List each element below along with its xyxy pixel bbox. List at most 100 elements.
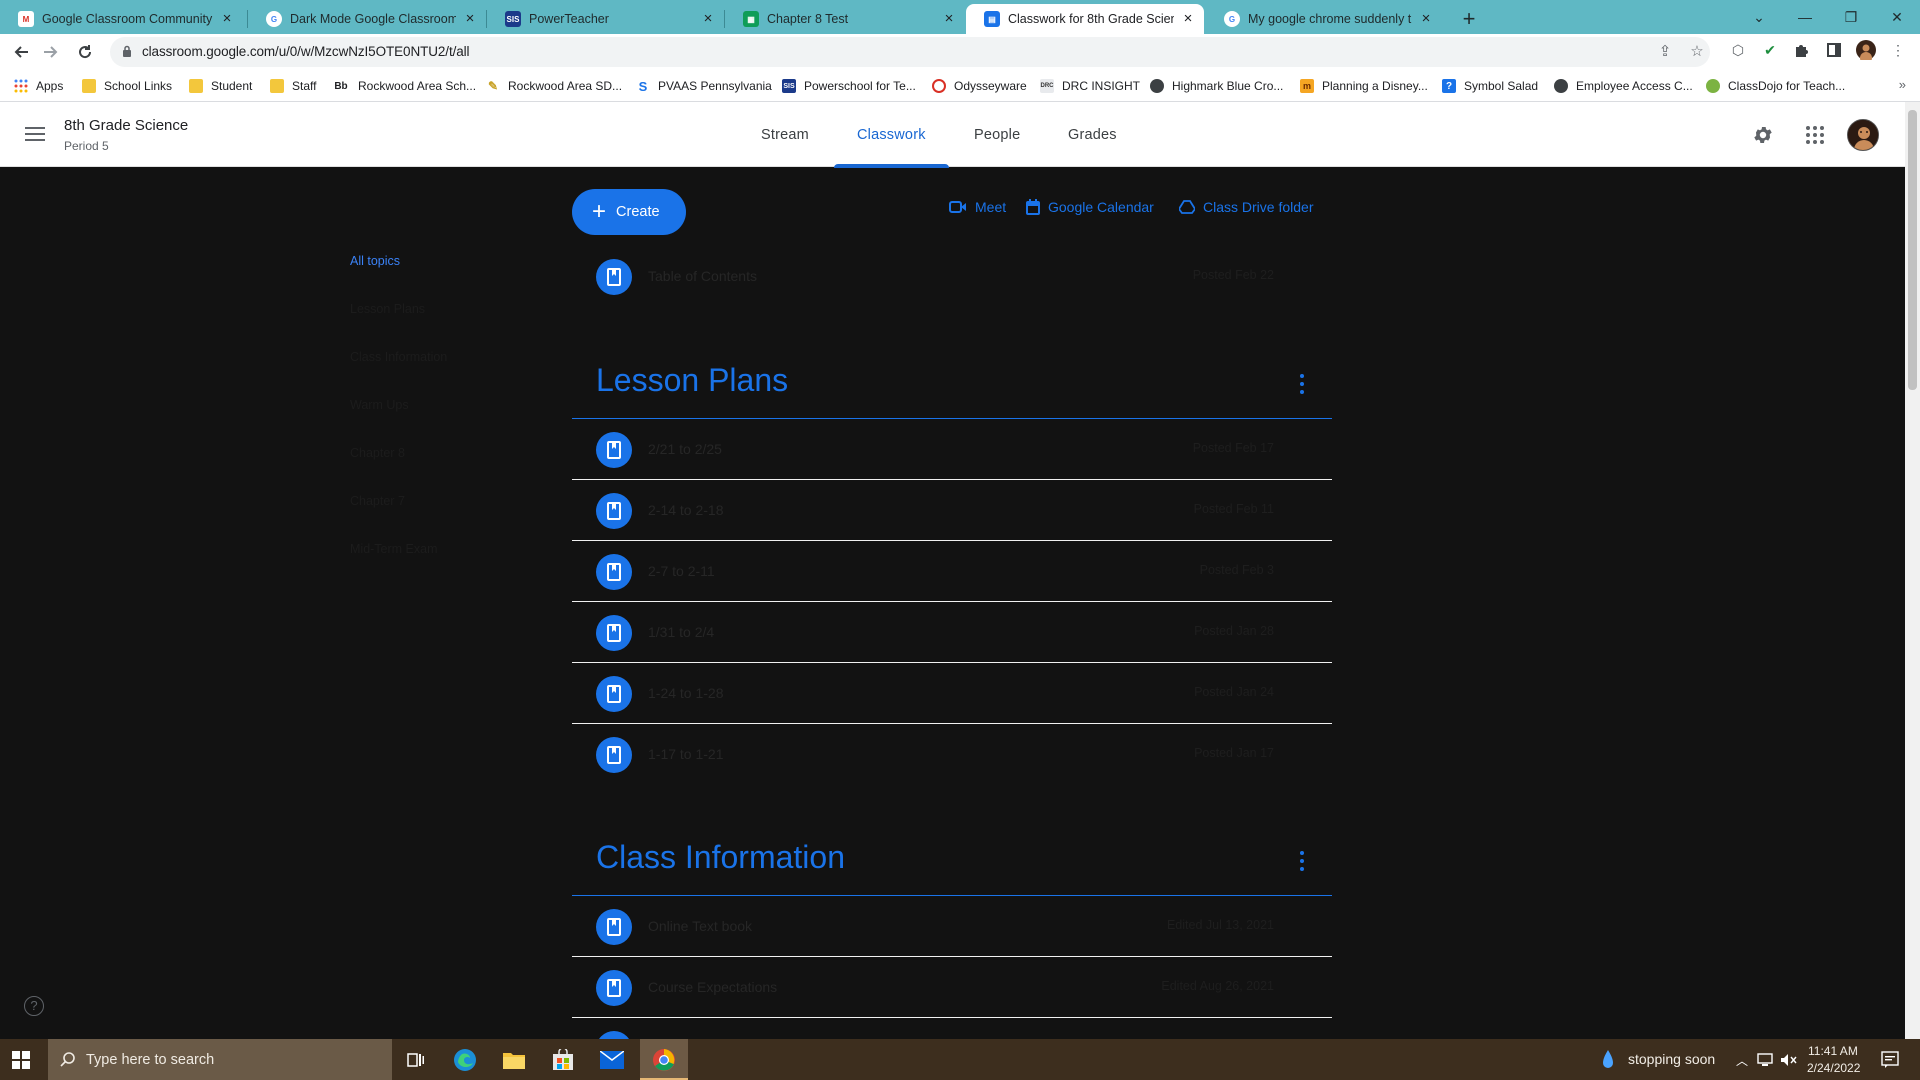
extension-check-icon[interactable]: ✔ (1760, 40, 1780, 60)
material-row[interactable] (572, 1018, 1332, 1039)
browser-tab-chapter-8-test[interactable]: ▦ Chapter 8 Test × (725, 4, 965, 34)
reload-button[interactable] (72, 39, 98, 65)
bookmark-classdojo[interactable]: ClassDojo for Teach... (1706, 77, 1845, 95)
material-row[interactable]: Course Expectations Edited Aug 26, 2021 (572, 957, 1332, 1018)
material-row[interactable]: 1-24 to 1-28 Posted Jan 24 (572, 663, 1332, 724)
side-panel-icon[interactable] (1824, 40, 1844, 60)
forward-button[interactable] (38, 39, 64, 65)
address-bar[interactable]: classroom.google.com/u/0/w/MzcwNzI5OTE0N… (110, 37, 1710, 67)
browser-toolbar: classroom.google.com/u/0/w/MzcwNzI5OTE0N… (0, 34, 1920, 70)
material-row[interactable]: Online Text book Edited Jul 13, 2021 (572, 896, 1332, 957)
meet-link[interactable]: Meet (949, 199, 1006, 215)
topic-warm-ups[interactable]: Warm Ups (350, 398, 409, 412)
bookmark-pvaas[interactable]: S PVAAS Pennsylvania (636, 77, 772, 95)
google-calendar-link[interactable]: Google Calendar (1026, 199, 1154, 215)
topic-chapter-8[interactable]: Chapter 8 (350, 446, 405, 460)
create-label: Create (616, 204, 660, 220)
browser-tab-classwork[interactable]: ▤ Classwork for 8th Grade Science × (966, 4, 1204, 34)
bookmark-highmark[interactable]: Highmark Blue Cro... (1150, 77, 1283, 95)
network-icon[interactable] (1752, 1045, 1778, 1075)
topic-class-information[interactable]: Class Information (350, 350, 447, 364)
material-row[interactable]: 1-17 to 1-21 Posted Jan 17 (572, 724, 1332, 785)
class-settings-gear-icon[interactable] (1750, 122, 1776, 148)
bookmark-rockwood-sch[interactable]: Bb Rockwood Area Sch... (332, 77, 476, 95)
material-row[interactable]: 1/31 to 2/4 Posted Jan 28 (572, 602, 1332, 663)
back-button[interactable] (8, 39, 34, 65)
lock-icon (123, 45, 131, 57)
extension-shield-icon[interactable]: ⬡ (1728, 40, 1748, 60)
weather-status[interactable]: stopping soon (1628, 1051, 1715, 1067)
browser-tab-dark-mode[interactable]: G Dark Mode Google Classroom - × (248, 4, 486, 34)
google-apps-grid-icon[interactable] (1802, 122, 1828, 148)
material-row[interactable]: Table of Contents Posted Feb 22 (572, 246, 1332, 307)
bookmark-star-icon[interactable]: ☆ (1688, 43, 1706, 61)
create-button[interactable]: + Create (572, 189, 686, 235)
class-drive-folder-link[interactable]: Class Drive folder (1179, 199, 1313, 215)
bookmark-staff[interactable]: Staff (270, 77, 316, 95)
bookmark-apps[interactable]: Apps (14, 77, 63, 95)
bookmark-student[interactable]: Student (189, 77, 252, 95)
close-tab-icon[interactable]: × (1418, 11, 1434, 27)
share-icon[interactable]: ⇪ (1656, 43, 1674, 61)
section-more-options-icon[interactable] (1298, 851, 1306, 871)
new-tab-button[interactable]: + (1455, 6, 1483, 34)
browser-tab-google-chrome[interactable]: G My google chrome suddenly turn × (1206, 4, 1442, 34)
restore-button[interactable]: ❐ (1828, 0, 1874, 34)
edge-browser-icon[interactable] (445, 1045, 485, 1075)
close-tab-icon[interactable]: × (219, 11, 235, 27)
sheets-icon: ▦ (743, 11, 759, 27)
close-tab-icon[interactable]: × (700, 11, 716, 27)
material-row[interactable]: 2/21 to 2/25 Posted Feb 17 (572, 419, 1332, 480)
file-explorer-icon[interactable] (494, 1045, 534, 1075)
tab-classwork[interactable]: Classwork (834, 102, 949, 168)
bookmark-employee-access[interactable]: Employee Access C... (1554, 77, 1693, 95)
section-more-options-icon[interactable] (1298, 374, 1306, 394)
topic-all-topics[interactable]: All topics (350, 254, 400, 268)
topic-chapter-7[interactable]: Chapter 7 (350, 494, 405, 508)
bookmark-label: School Links (104, 79, 173, 93)
bookmark-rockwood-sd[interactable]: ✎ Rockwood Area SD... (486, 77, 622, 95)
browser-tab-classroom-community[interactable]: M Google Classroom Community - × (0, 4, 243, 34)
browser-tab-powerteacher[interactable]: SIS PowerTeacher × (487, 4, 724, 34)
close-tab-icon[interactable]: × (1180, 11, 1196, 27)
tab-people[interactable]: People (974, 102, 1020, 167)
weather-icon[interactable] (1593, 1045, 1623, 1075)
speaker-muted-icon[interactable] (1776, 1045, 1802, 1075)
windows-start-icon[interactable] (12, 1051, 30, 1069)
chrome-icon[interactable] (644, 1045, 684, 1075)
close-tab-icon[interactable]: × (462, 11, 478, 27)
taskbar-search-input[interactable]: Type here to search (48, 1039, 392, 1080)
extensions-puzzle-icon[interactable] (1792, 40, 1812, 60)
mail-icon[interactable] (592, 1045, 632, 1075)
bookmark-powerschool[interactable]: SIS Powerschool for Te... (782, 77, 916, 95)
tab-search-icon[interactable]: ⌄ (1736, 0, 1782, 34)
bookmark-disney[interactable]: m Planning a Disney... (1300, 77, 1428, 95)
bookmark-drc-insight[interactable]: DRC DRC INSIGHT (1040, 77, 1140, 95)
clock-time[interactable]: 11:41 AM (1808, 1044, 1858, 1058)
task-view-icon[interactable] (396, 1045, 436, 1075)
clock-date[interactable]: 2/24/2022 (1807, 1061, 1860, 1075)
notifications-icon[interactable] (1872, 1045, 1908, 1075)
topic-mid-term-exam[interactable]: Mid-Term Exam (350, 542, 438, 556)
bookmark-symbol-salad[interactable]: ? Symbol Salad (1442, 77, 1538, 95)
class-name[interactable]: 8th Grade Science (64, 117, 188, 134)
google-icon: G (1224, 11, 1240, 27)
material-row[interactable]: 2-14 to 2-18 Posted Feb 11 (572, 480, 1332, 541)
microsoft-store-icon[interactable] (543, 1045, 583, 1075)
tab-grades[interactable]: Grades (1068, 102, 1117, 167)
tab-stream[interactable]: Stream (761, 102, 809, 167)
scrollbar-thumb[interactable] (1908, 110, 1917, 390)
minimize-button[interactable]: — (1782, 0, 1828, 34)
help-icon[interactable]: ? (24, 996, 44, 1016)
bookmark-odysseyware[interactable]: Odysseyware (932, 77, 1027, 95)
chrome-menu-icon[interactable]: ⋮ (1888, 40, 1908, 60)
main-menu-icon[interactable] (25, 126, 45, 142)
close-window-button[interactable]: ✕ (1874, 0, 1920, 34)
bookmarks-overflow-button[interactable]: » (1899, 77, 1906, 92)
profile-avatar-icon[interactable] (1856, 40, 1876, 60)
material-row[interactable]: 2-7 to 2-11 Posted Feb 3 (572, 541, 1332, 602)
close-tab-icon[interactable]: × (941, 11, 957, 27)
bookmark-school-links[interactable]: School Links (82, 77, 172, 95)
account-avatar[interactable] (1847, 119, 1879, 151)
topic-lesson-plans[interactable]: Lesson Plans (350, 302, 425, 316)
